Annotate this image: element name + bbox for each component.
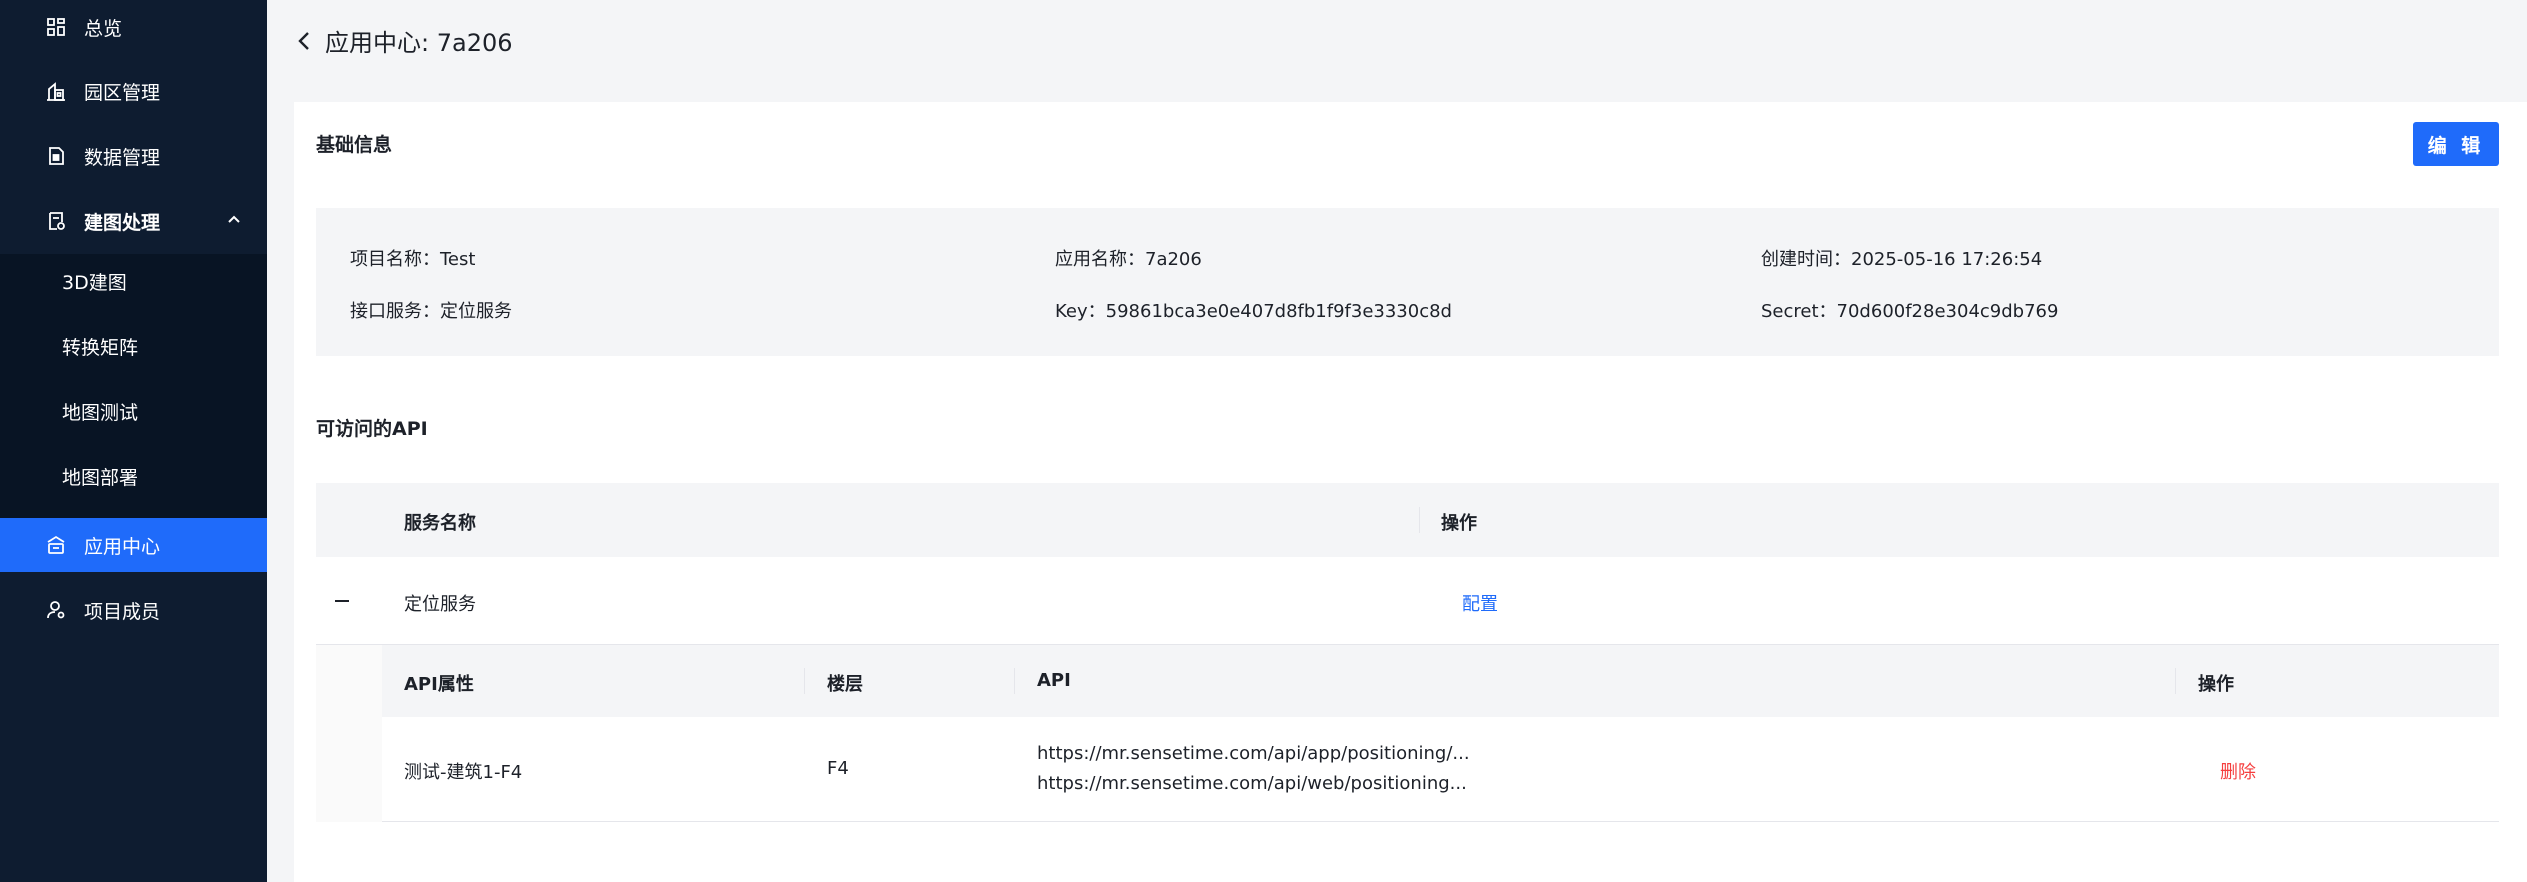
sidebar-item-members[interactable]: 项目成员 [0, 583, 267, 637]
submenu-item-label: 转换矩阵 [62, 336, 139, 359]
submenu-item-label: 地图部署 [62, 466, 139, 489]
submenu-map-process: 3D建图 转换矩阵 地图测试 地图部署 [0, 254, 267, 518]
column-header-api: API [1037, 670, 1071, 691]
basic-info-title: 基础信息 [316, 134, 393, 156]
column-divider [1419, 507, 1420, 533]
sidebar-item-label: 园区管理 [84, 81, 161, 104]
dashboard-icon [45, 16, 67, 38]
floor: F4 [827, 758, 849, 779]
page-title: 应用中心: 7a206 [325, 29, 513, 57]
sidebar-item-overview[interactable]: 总览 [0, 0, 267, 54]
service-name: 定位服务 [404, 594, 476, 615]
sidebar-item-label: 数据管理 [84, 146, 161, 169]
submenu-item-transform-matrix[interactable]: 转换矩阵 [0, 319, 267, 373]
sidebar-item-park[interactable]: 园区管理 [0, 64, 267, 118]
created-time: 创建时间：2025-05-16 17:26:54 [1761, 249, 2043, 270]
column-header-action: 操作 [2198, 674, 2234, 695]
column-divider [804, 668, 805, 694]
app-name: 应用名称：7a206 [1055, 249, 1202, 270]
sidebar-item-map-process[interactable]: 建图处理 [0, 194, 267, 248]
submenu-item-label: 地图测试 [62, 401, 139, 424]
sidebar-item-label: 总览 [84, 17, 123, 40]
sidebar-item-label: 项目成员 [84, 600, 161, 623]
configure-link[interactable]: 配置 [1462, 590, 1498, 616]
sidebar-item-label: 建图处理 [84, 211, 161, 234]
file-icon [45, 145, 67, 167]
app-secret: Secret：70d600f28e304c9db769 [1761, 301, 2059, 322]
table-row: 定位服务 配置 [316, 557, 2499, 645]
basic-info-panel [316, 208, 2499, 356]
column-divider [2175, 668, 2176, 694]
subtable-indent [316, 645, 382, 822]
column-header-floor: 楼层 [827, 674, 863, 695]
delete-link[interactable]: 删除 [2220, 758, 2256, 784]
api-table-header: 服务名称 操作 [316, 483, 2499, 557]
api-service: 接口服务：定位服务 [350, 301, 512, 322]
column-header-action: 操作 [1441, 513, 1477, 534]
edit-button[interactable]: 编 辑 [2413, 122, 2499, 166]
column-header-service: 服务名称 [404, 513, 476, 534]
map-process-icon [45, 210, 67, 232]
project-name: 项目名称：Test [350, 249, 476, 270]
api-subtable-header: API属性 楼层 API 操作 [382, 645, 2499, 717]
api-url-app: https://mr.sensetime.com/api/app/positio… [1037, 743, 1470, 764]
api-section-title: 可访问的API [316, 418, 428, 440]
chevron-up-icon [228, 215, 240, 223]
back-arrow-icon[interactable] [293, 26, 317, 56]
table-row: 测试-建筑1-F4 F4 https://mr.sensetime.com/ap… [382, 717, 2499, 822]
submenu-item-3d-mapping[interactable]: 3D建图 [0, 254, 267, 308]
submenu-item-map-test[interactable]: 地图测试 [0, 384, 267, 438]
sidebar: 总览 园区管理 数据管理 建图处理 3D建图 转换矩阵 地图测试 地图部署 应用… [0, 0, 267, 882]
sidebar-item-label: 应用中心 [84, 535, 161, 558]
column-header-api-attr: API属性 [404, 674, 474, 695]
api-url-web: https://mr.sensetime.com/api/web/positio… [1037, 773, 1467, 794]
building-icon [45, 80, 67, 102]
collapse-row-button[interactable] [333, 592, 351, 610]
sidebar-item-data[interactable]: 数据管理 [0, 129, 267, 183]
column-divider [1014, 668, 1015, 694]
sidebar-item-app-center[interactable]: 应用中心 [0, 518, 267, 572]
submenu-item-label: 3D建图 [62, 271, 127, 294]
app-key: Key：59861bca3e0e407d8fb1f9f3e3330c8d [1055, 301, 1452, 322]
api-attr: 测试-建筑1-F4 [404, 762, 523, 783]
member-icon [45, 599, 67, 621]
app-center-icon [45, 534, 67, 556]
submenu-item-map-deploy[interactable]: 地图部署 [0, 449, 267, 503]
